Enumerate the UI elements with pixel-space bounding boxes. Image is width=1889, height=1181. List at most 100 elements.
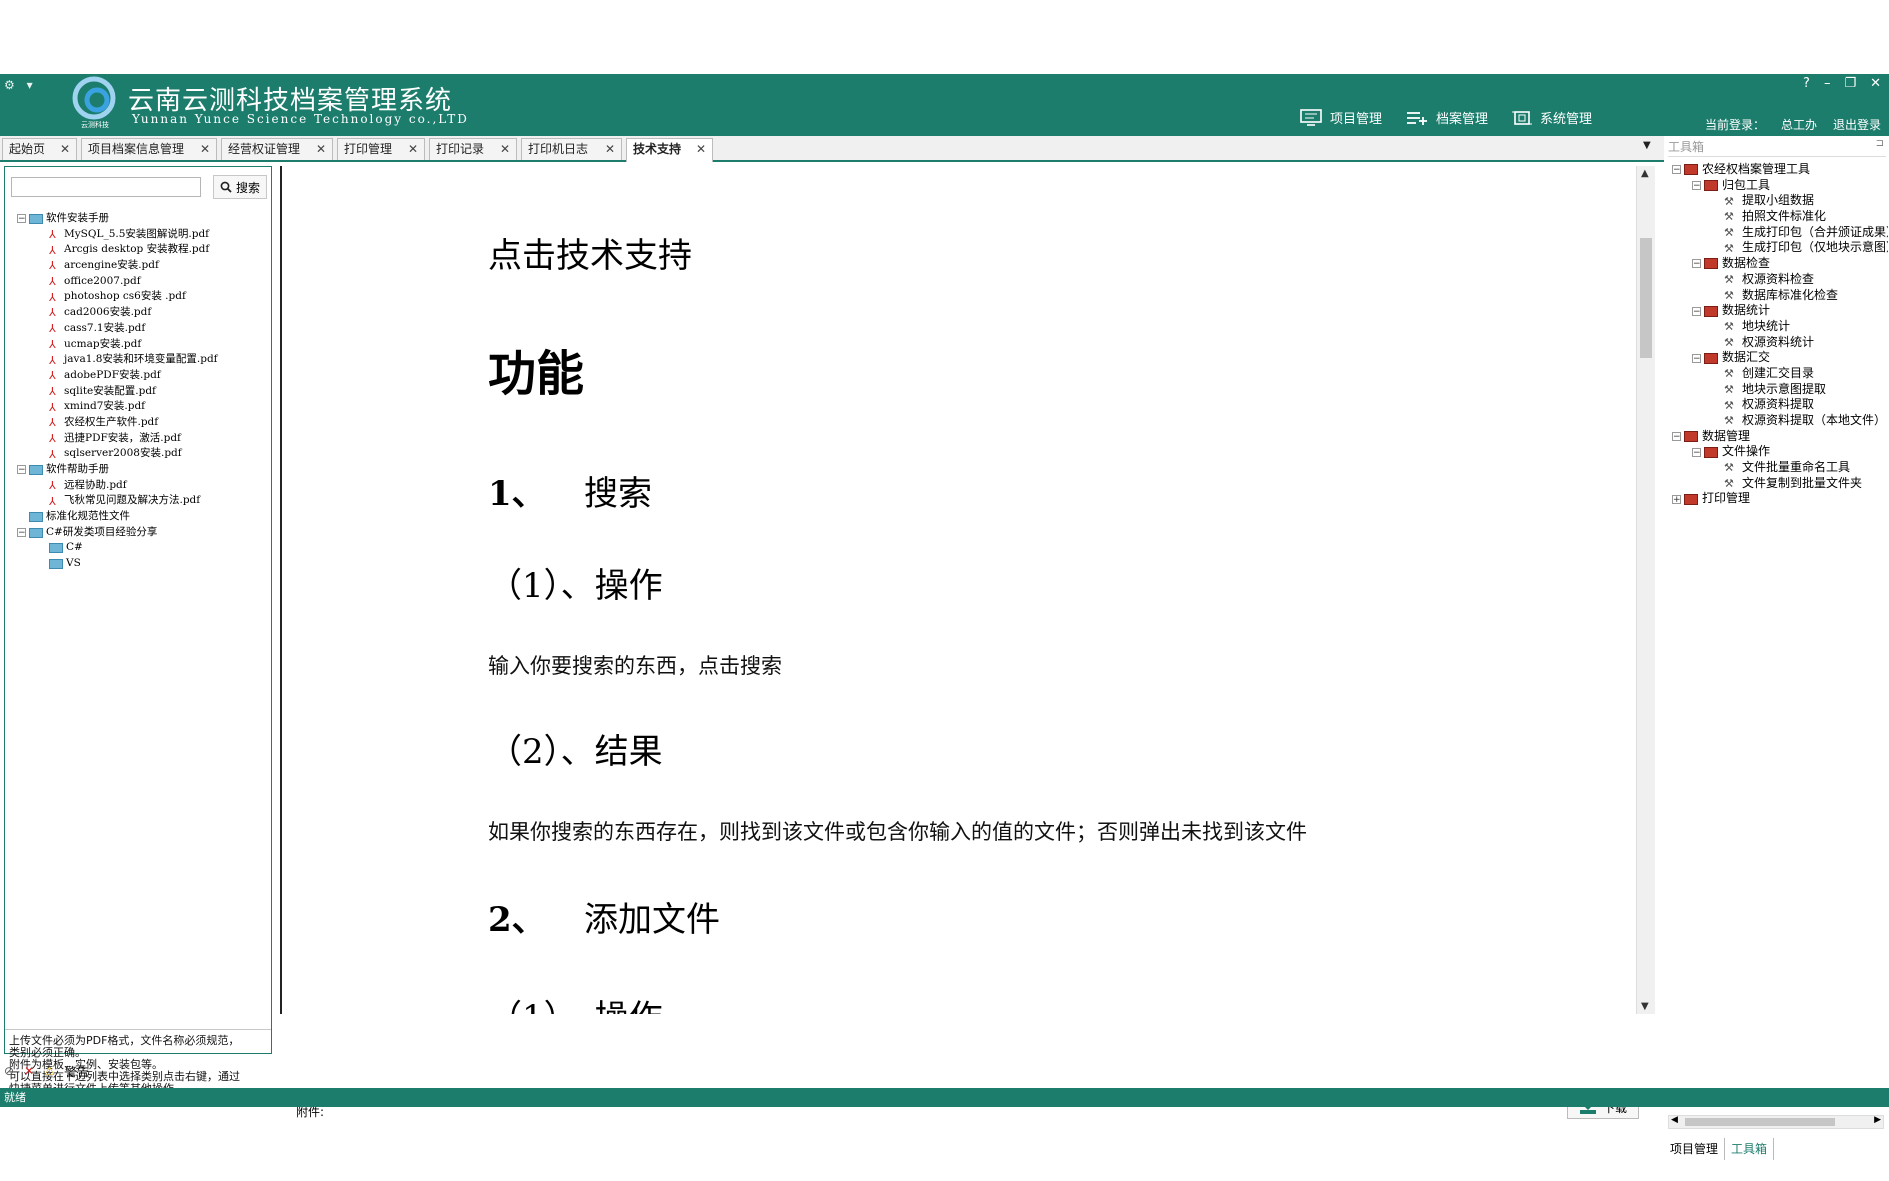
toolbox-tool-item[interactable]: ⚒ 权源资料提取（本地文件） [1672, 413, 1888, 429]
tab-printer-log[interactable]: 打印机日志 ✕ [521, 138, 622, 160]
tab-project-management[interactable]: 项目管理 [1664, 1138, 1726, 1160]
document-viewer[interactable]: 点击技术支持 功能 1、 搜索 （1）、操作 输入你要搜索的东西，点击搜索 （2）… [280, 166, 1655, 1014]
tree-file-item[interactable]: ⅄ office2007.pdf [13, 274, 269, 290]
clear-icon[interactable]: ⊘ [4, 1064, 14, 1078]
expand-icon[interactable]: + [1672, 494, 1681, 504]
tree-folder-item[interactable]: − C#研发类项目经验分享 [13, 525, 269, 541]
vertical-scrollbar[interactable]: ▲ ▼ [1636, 166, 1655, 1014]
scrollbar-thumb[interactable] [1685, 1118, 1835, 1126]
close-icon[interactable]: ✕ [605, 139, 615, 159]
collapse-icon[interactable]: − [17, 465, 26, 475]
tree-file-item[interactable]: ⅄ ucmap安装.pdf [13, 337, 269, 353]
tree-file-item[interactable]: ⅄ 飞秋常见问题及解决方法.pdf [13, 493, 269, 509]
nav-archive-management[interactable]: 档案管理 [1406, 108, 1488, 127]
warning-icon[interactable]: ⚠ [44, 1064, 55, 1078]
restore-button[interactable]: ❐ [1844, 76, 1856, 91]
app-menu-icon[interactable]: ⚙ [4, 78, 15, 92]
collapse-icon[interactable]: − [17, 214, 26, 224]
tree-folder-item[interactable]: − 软件安装手册 [13, 211, 269, 227]
toolbox-tool-item[interactable]: ⚒ 地块示意图提取 [1672, 382, 1888, 398]
tab-list-dropdown-icon[interactable]: ▼ [1643, 140, 1651, 151]
toolbox-tool-item[interactable]: ⚒ 地块统计 [1672, 319, 1888, 335]
nav-project-management[interactable]: 项目管理 [1300, 108, 1382, 127]
search-button[interactable]: 搜索 [213, 175, 267, 199]
scroll-right-icon[interactable]: ▶ [1874, 1115, 1881, 1125]
close-icon[interactable]: ✕ [60, 139, 70, 159]
minimize-button[interactable]: – [1824, 76, 1831, 91]
tree-file-item[interactable]: ⅄ sqlserver2008安装.pdf [13, 446, 269, 462]
toolbox-tool-item[interactable]: ⚒ 创建汇交目录 [1672, 366, 1888, 382]
tree-file-item[interactable]: ⅄ cad2006安装.pdf [13, 305, 269, 321]
tab-print-records[interactable]: 打印记录 ✕ [429, 138, 517, 160]
close-button[interactable]: ✕ [1870, 76, 1881, 91]
toolbox-group-item[interactable]: − 归包工具 [1672, 178, 1888, 194]
tab-print-management[interactable]: 打印管理 ✕ [337, 138, 425, 160]
tab-start-page[interactable]: 起始页 ✕ [2, 138, 77, 160]
toolbox-group-item[interactable]: − 数据统计 [1672, 303, 1888, 319]
tree-file-item[interactable]: ⅄ adobePDF安装.pdf [13, 368, 269, 384]
close-icon[interactable]: ✕ [408, 139, 418, 159]
collapse-icon[interactable]: − [1692, 447, 1701, 457]
tree-folder-item[interactable]: VS [13, 556, 269, 572]
tree-file-item[interactable]: ⅄ cass7.1安装.pdf [13, 321, 269, 337]
collapse-icon[interactable]: − [1692, 306, 1701, 316]
collapse-icon[interactable]: − [1672, 432, 1681, 442]
tree-file-item[interactable]: ⅄ 农经权生产软件.pdf [13, 415, 269, 431]
scrollbar-thumb[interactable] [1640, 238, 1652, 358]
collapse-icon[interactable]: − [1692, 259, 1701, 269]
tree-file-item[interactable]: ⅄ 迅捷PDF安装，激活.pdf [13, 431, 269, 447]
tree-folder-item[interactable]: − 软件帮助手册 [13, 462, 269, 478]
qat-dropdown-icon[interactable]: ▾ [27, 78, 33, 92]
toolbox-tool-item[interactable]: ⚒ 文件批量重命名工具 [1672, 460, 1888, 476]
tree-file-item[interactable]: ⅄ Arcgis desktop 安装教程.pdf [13, 242, 269, 258]
close-icon[interactable]: ✕ [316, 139, 326, 159]
warning-label[interactable]: 警告 [65, 1063, 89, 1080]
tree-file-item[interactable]: ⅄ photoshop cs6安装 .pdf [13, 289, 269, 305]
tab-business-license[interactable]: 经营权证管理 ✕ [221, 138, 333, 160]
scroll-up-icon[interactable]: ▲ [1641, 168, 1649, 179]
tab-tech-support[interactable]: 技术支持 ✕ [626, 138, 713, 162]
current-user[interactable]: 总工办 [1781, 116, 1817, 133]
tree-file-item[interactable]: ⅄ sqlite安装配置.pdf [13, 384, 269, 400]
horizontal-scrollbar[interactable]: ◀ ▶ [1668, 1115, 1884, 1129]
close-icon[interactable]: ✕ [696, 139, 706, 159]
help-button[interactable]: ? [1803, 76, 1810, 91]
scroll-left-icon[interactable]: ◀ [1671, 1115, 1678, 1125]
tree-file-item[interactable]: ⅄ 远程协助.pdf [13, 478, 269, 494]
collapse-icon[interactable]: − [1672, 165, 1681, 175]
toolbox-group-item[interactable]: − 数据检查 [1672, 256, 1888, 272]
pin-icon[interactable]: ⊐ [1876, 138, 1884, 149]
tree-folder-item[interactable]: 标准化规范性文件 [13, 509, 269, 525]
tree-file-item[interactable]: ⅄ arcengine安装.pdf [13, 258, 269, 274]
tab-project-archive[interactable]: 项目档案信息管理 ✕ [81, 138, 217, 160]
toolbox-tool-item[interactable]: ⚒ 文件复制到批量文件夹 [1672, 476, 1888, 492]
toolbox-tool-item[interactable]: ⚒ 拍照文件标准化 [1672, 209, 1888, 225]
nav-system-management[interactable]: 系统管理 [1512, 108, 1592, 127]
tab-toolbox[interactable]: 工具箱 [1725, 1138, 1775, 1160]
collapse-icon[interactable]: − [17, 528, 26, 538]
tree-file-item[interactable]: ⅄ xmind7安装.pdf [13, 399, 269, 415]
toolbox-group-item[interactable]: − 农经权档案管理工具 [1672, 162, 1888, 178]
error-icon[interactable]: ✕ [24, 1064, 34, 1078]
toolbox-tool-item[interactable]: ⚒ 生成打印包（合并颁证成果） [1672, 225, 1888, 241]
logout-link[interactable]: 退出登录 [1833, 116, 1881, 133]
toolbox-group-item[interactable]: − 文件操作 [1672, 444, 1888, 460]
toolbox-tool-item[interactable]: ⚒ 权源资料提取 [1672, 397, 1888, 413]
toolbox-tool-item[interactable]: ⚒ 数据库标准化检查 [1672, 288, 1888, 304]
expand-icon[interactable] [17, 512, 26, 522]
toolbox-tool-item[interactable]: ⚒ 权源资料检查 [1672, 272, 1888, 288]
toolbox-group-item[interactable]: − 数据汇交 [1672, 350, 1888, 366]
toolbox-tool-item[interactable]: ⚒ 生成打印包（仅地块示意图） [1672, 240, 1888, 256]
toolbox-tool-item[interactable]: ⚒ 权源资料统计 [1672, 335, 1888, 351]
collapse-icon[interactable]: − [1692, 181, 1701, 191]
collapse-icon[interactable]: − [1692, 353, 1701, 363]
scroll-down-icon[interactable]: ▼ [1641, 1001, 1649, 1012]
tree-folder-item[interactable]: C# [13, 540, 269, 556]
close-icon[interactable]: ✕ [500, 139, 510, 159]
close-icon[interactable]: ✕ [200, 139, 210, 159]
toolbox-group-item[interactable]: − 数据管理 [1672, 429, 1888, 445]
tree-file-item[interactable]: ⅄ MySQL_5.5安装图解说明.pdf [13, 227, 269, 243]
search-input[interactable] [11, 177, 201, 197]
tree-file-item[interactable]: ⅄ java1.8安装和环境变量配置.pdf [13, 352, 269, 368]
toolbox-group-item[interactable]: + 打印管理 [1672, 491, 1888, 507]
